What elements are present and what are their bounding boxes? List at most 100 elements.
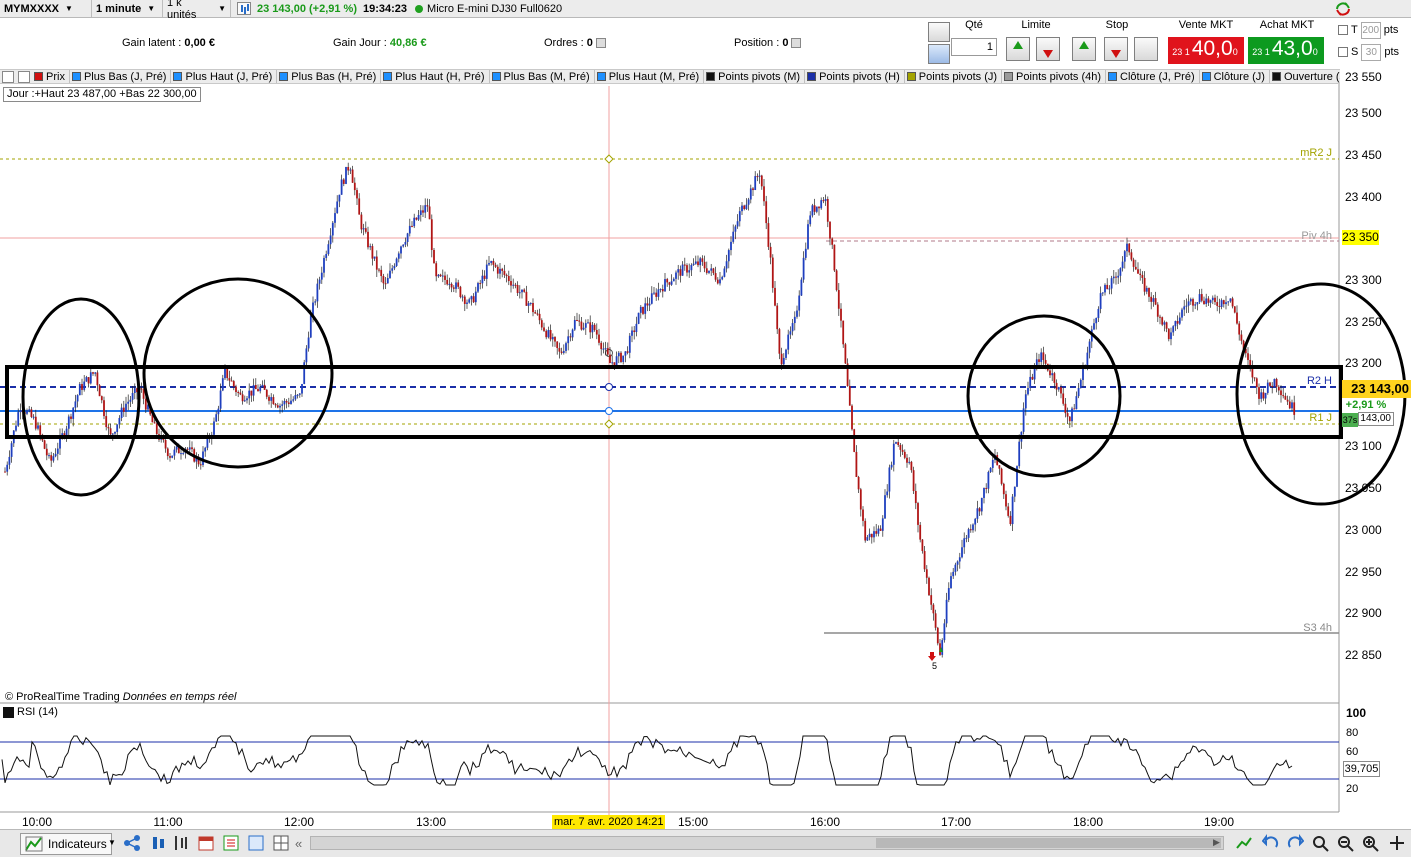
legend-item[interactable]: Ouverture (J <box>1270 70 1340 83</box>
candle-body <box>855 451 858 477</box>
candle-body <box>213 421 215 435</box>
candle-body <box>815 206 818 212</box>
indicators-button[interactable]: Indicateurs <box>20 833 112 855</box>
candle-body <box>897 442 900 446</box>
legend-item[interactable]: Plus Bas (H, Pré) <box>277 70 382 83</box>
candle-body <box>987 471 990 489</box>
candle-body <box>1200 294 1203 301</box>
legend-item[interactable]: Prix <box>32 70 70 83</box>
candle-body <box>444 275 446 280</box>
candle-body <box>1068 416 1071 422</box>
copyright-notice: © ProRealTime Trading Données en temps r… <box>5 691 237 703</box>
scroll-left-icon[interactable]: « <box>295 836 302 851</box>
legend-item[interactable]: Points pivots (4h) <box>1002 70 1107 83</box>
candle-body <box>688 270 691 273</box>
support-zone-rectangle[interactable] <box>5 365 1343 439</box>
level-label-r1j: R1 J <box>1309 412 1332 424</box>
legend-item[interactable]: Plus Haut (J, Pré) <box>171 70 278 83</box>
undo-icon[interactable] <box>1262 834 1280 852</box>
legend-item[interactable]: Plus Haut (H, Pré) <box>381 70 490 83</box>
candle-body <box>824 199 827 201</box>
candle-body <box>1154 298 1157 305</box>
candle-body <box>186 448 189 450</box>
candle-body <box>738 211 741 222</box>
candle-body <box>1249 359 1252 366</box>
candle-body <box>316 283 319 302</box>
candle-body <box>417 214 420 220</box>
candle-body <box>1099 293 1102 309</box>
candle-body <box>510 281 512 286</box>
expand-legend-icon[interactable] <box>18 71 30 83</box>
candle-body <box>875 531 878 534</box>
chevron-down-icon[interactable]: ▼ <box>108 838 116 847</box>
legend-item[interactable]: Points pivots (J) <box>905 70 1003 83</box>
annotation-ellipse[interactable] <box>21 297 141 497</box>
legend-item[interactable]: Plus Haut (M, Pré) <box>595 70 705 83</box>
ohlc-icon[interactable] <box>172 834 190 852</box>
candle-body <box>692 263 695 266</box>
rsi-legend[interactable]: RSI (14) <box>3 705 58 719</box>
zoom-out-icon[interactable] <box>1336 834 1354 852</box>
zoom-in-icon[interactable] <box>1361 834 1379 852</box>
horizontal-scrollbar[interactable] <box>310 836 1224 850</box>
candle-body <box>202 451 204 465</box>
candle-body <box>261 384 264 387</box>
candle-body <box>837 290 840 309</box>
candle-body <box>648 303 651 306</box>
candle-body <box>129 399 132 402</box>
time-tick: 10:00 <box>22 815 52 829</box>
scrollbar-thumb[interactable] <box>876 838 1221 848</box>
redo-icon[interactable] <box>1286 834 1304 852</box>
candle-body <box>501 268 504 271</box>
candle-body <box>980 497 983 512</box>
calendar-icon[interactable] <box>197 834 215 852</box>
candle-body <box>204 447 207 452</box>
candle-body <box>1011 496 1014 525</box>
window-icon[interactable] <box>247 834 265 852</box>
zoom-fit-icon[interactable] <box>1311 834 1329 852</box>
candle-body <box>818 206 820 209</box>
candle-body <box>589 322 592 333</box>
candle-body <box>538 313 541 321</box>
candle-body <box>6 464 9 472</box>
grid-icon[interactable] <box>272 834 290 852</box>
candle-body <box>492 260 495 265</box>
candle-style-icon[interactable] <box>150 834 168 852</box>
legend-item-label: Plus Haut (H, Pré) <box>395 70 485 83</box>
candle-body <box>1269 382 1271 386</box>
candle-body <box>562 350 565 353</box>
candle-body <box>1258 387 1260 399</box>
legend-item[interactable]: Clôture (J, Pré) <box>1106 70 1200 83</box>
legend-item[interactable]: Plus Bas (J, Pré) <box>70 70 172 83</box>
candle-body <box>565 343 567 351</box>
legend-item-label: Points pivots (H) <box>819 70 900 83</box>
candle-body <box>1005 494 1007 507</box>
price-chart[interactable]: mR2 J Piv 4h R2 H R1 J S3 4h 23 550 23 5… <box>0 0 1411 857</box>
candle-body <box>595 330 598 335</box>
candle-body <box>1053 373 1056 383</box>
add-chart-icon[interactable] <box>1388 834 1406 852</box>
candle-body <box>521 289 523 293</box>
chart-type-icon[interactable] <box>1235 834 1253 852</box>
candle-body <box>919 524 922 540</box>
candle-body <box>1097 308 1100 319</box>
candle-body <box>199 464 202 466</box>
level-label-mr2: mR2 J <box>1300 147 1332 159</box>
candle-body <box>382 276 385 284</box>
collapse-legend-icon[interactable] <box>2 71 14 83</box>
legend-item[interactable]: Points pivots (M) <box>704 70 806 83</box>
candle-body <box>1225 302 1227 305</box>
annotation-ellipse[interactable] <box>966 314 1122 478</box>
list-icon[interactable] <box>222 834 240 852</box>
candle-body <box>52 456 55 461</box>
candle-body <box>991 459 994 468</box>
legend-item[interactable]: Clôture (J) <box>1200 70 1270 83</box>
candle-body <box>866 537 869 541</box>
legend-item[interactable]: Plus Bas (M, Pré) <box>490 70 595 83</box>
candle-body <box>81 384 83 390</box>
candle-body <box>430 219 433 251</box>
legend-item[interactable]: Points pivots (H) <box>805 70 905 83</box>
scroll-right-icon[interactable]: ▶ <box>1213 837 1220 848</box>
candle-body <box>378 269 380 271</box>
share-icon[interactable] <box>123 834 141 852</box>
